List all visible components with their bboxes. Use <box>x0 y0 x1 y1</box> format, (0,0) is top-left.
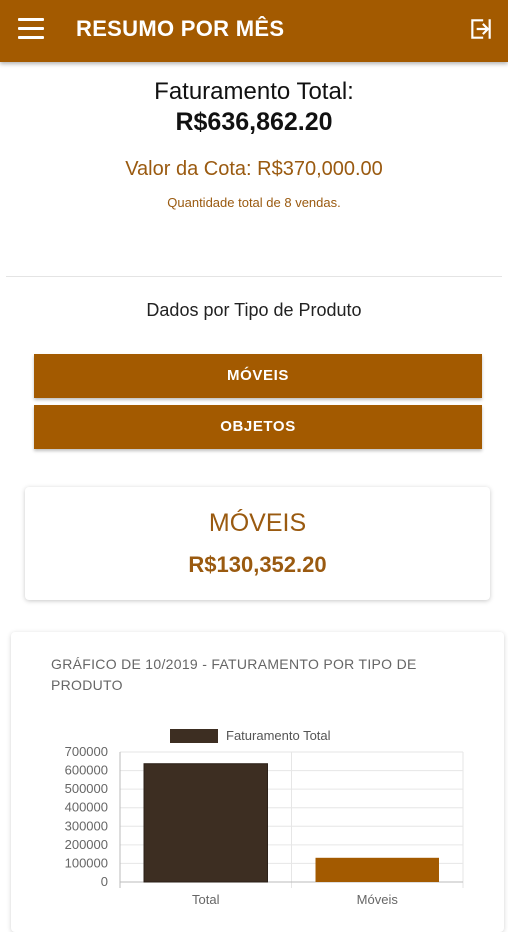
y-tick-label: 400000 <box>65 800 108 815</box>
section-title: Dados por Tipo de Produto <box>146 300 362 320</box>
category-card-value: R$130,352.20 <box>188 552 327 577</box>
legend-label: Faturamento Total <box>226 728 331 743</box>
y-tick-label: 500000 <box>65 781 108 796</box>
y-tick-label: 100000 <box>65 855 108 870</box>
app-bar: RESUMO POR MÊS <box>0 0 508 62</box>
bar-chart: Faturamento Total 700000 600000 500000 40000… <box>65 728 464 907</box>
bar-total <box>143 763 268 883</box>
legend-swatch <box>170 729 218 743</box>
quota-value: Valor da Cota: R$370,000.00 <box>125 158 383 180</box>
chart-card: GRÁFICO DE 10/2019 - FATURAMENTO POR TIP… <box>11 632 504 932</box>
y-tick-label: 300000 <box>65 818 108 833</box>
category-card: MÓVEIS R$130,352.20 <box>25 487 490 600</box>
y-tick-label: 0 <box>101 874 108 889</box>
total-revenue-value: R$636,862.20 <box>175 108 333 136</box>
logout-icon[interactable] <box>468 16 494 42</box>
divider <box>6 276 502 277</box>
menu-icon[interactable] <box>18 18 44 40</box>
summary-section: Faturamento Total: R$636,862.20 Valor da… <box>0 78 508 210</box>
category-card-title: MÓVEIS <box>208 509 307 537</box>
sales-count: Quantidade total de 8 vendas. <box>167 195 341 210</box>
objetos-button[interactable]: OBJETOS <box>34 405 482 449</box>
y-tick-label: 200000 <box>65 837 108 852</box>
y-tick-label: 700000 <box>65 744 108 759</box>
moveis-button[interactable]: MÓVEIS <box>34 354 482 398</box>
bar-mveis <box>315 857 439 882</box>
page-title: RESUMO POR MÊS <box>76 16 285 41</box>
y-tick-label: 600000 <box>65 763 108 778</box>
total-revenue-label: Faturamento Total: <box>154 78 354 105</box>
